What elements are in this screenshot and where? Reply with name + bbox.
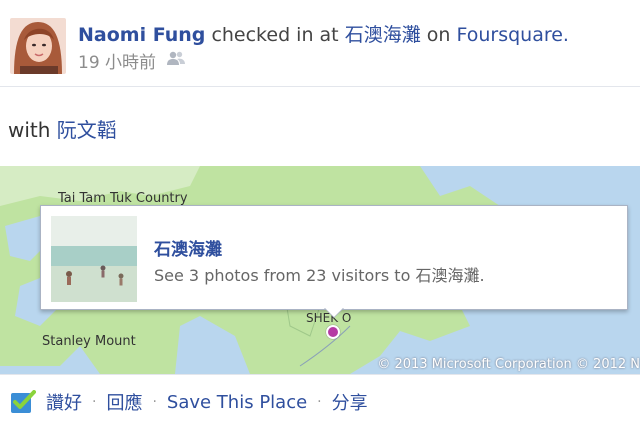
place-photo-thumbnail[interactable]	[51, 216, 137, 302]
avatar[interactable]	[10, 18, 66, 74]
tagged-line: with 阮文韜	[8, 114, 117, 143]
post-header: Naomi Fung checked in at 石澳海灘 on Foursqu…	[0, 0, 640, 86]
map-label-mount: Stanley Mount	[42, 334, 136, 349]
tagged-friend-link[interactable]: 阮文韜	[57, 118, 117, 142]
separator-dot: ·	[92, 394, 97, 410]
place-popup[interactable]: 石澳海灘 See 3 photos from 23 visitors to 石澳…	[40, 205, 628, 310]
separator-dot: ·	[152, 394, 157, 410]
map-label-country-park: Tai Tam Tuk Country	[58, 191, 188, 206]
place-pin-icon[interactable]	[326, 325, 340, 339]
post-story: Naomi Fung checked in at 石澳海灘 on Foursqu…	[78, 20, 569, 47]
foursquare-check-icon	[10, 390, 36, 414]
share-link[interactable]: 分享	[332, 389, 368, 415]
with-text: with	[8, 118, 51, 142]
timestamp[interactable]: 19 小時前	[78, 48, 156, 73]
action-bar: 讚好 · 回應 · Save This Place · 分享	[0, 374, 640, 430]
popup-photos-summary: See 3 photos from 23 visitors to 石澳海灘.	[154, 266, 485, 285]
author-link[interactable]: Naomi Fung	[78, 24, 205, 46]
friends-audience-icon[interactable]	[166, 50, 186, 71]
popup-pointer	[324, 307, 344, 317]
comment-link[interactable]: 回應	[106, 389, 142, 415]
service-link[interactable]: Foursquare.	[456, 24, 569, 46]
separator-dot: ·	[317, 394, 322, 410]
like-link[interactable]: 讚好	[46, 389, 82, 415]
popup-place-title[interactable]: 石澳海灘	[154, 235, 222, 260]
action-text: checked in at	[211, 24, 339, 46]
save-place-link[interactable]: Save This Place	[167, 392, 307, 413]
map-copyright: © 2013 Microsoft Corporation © 2012 N	[377, 357, 640, 372]
post-meta: 19 小時前	[78, 48, 186, 73]
divider	[0, 86, 640, 87]
on-text: on	[426, 24, 451, 46]
place-link[interactable]: 石澳海灘	[345, 24, 421, 46]
